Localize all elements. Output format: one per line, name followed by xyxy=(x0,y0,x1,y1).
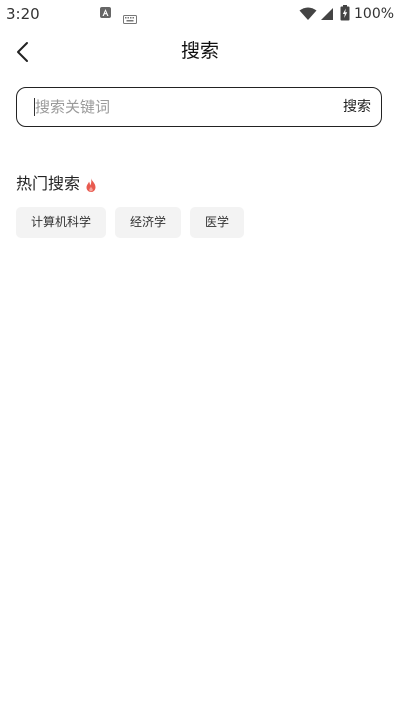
notification-a-icon xyxy=(100,7,111,18)
page-title: 搜索 xyxy=(180,40,219,62)
keyboard-icon xyxy=(123,9,137,28)
battery-percentage: 100% xyxy=(354,6,395,22)
fire-icon xyxy=(86,178,96,192)
search-box: 搜索 xyxy=(16,87,382,127)
search-input[interactable] xyxy=(35,94,315,120)
wifi-icon xyxy=(299,6,317,25)
battery-charging-icon xyxy=(340,5,350,25)
hot-search-tags: 计算机科学 经济学 医学 xyxy=(16,207,245,238)
signal-icon xyxy=(320,6,334,25)
hot-search-tag[interactable]: 医学 xyxy=(190,207,245,238)
search-button[interactable]: 搜索 xyxy=(343,97,371,117)
hot-search-tag[interactable]: 计算机科学 xyxy=(16,207,107,238)
header: 搜索 xyxy=(0,30,400,74)
hot-search-title: 热门搜索 xyxy=(16,174,81,193)
hot-search-tag[interactable]: 经济学 xyxy=(115,207,182,238)
hot-search-header: 热门搜索 xyxy=(16,172,98,196)
status-bar: 3:20 100% xyxy=(0,0,400,28)
status-time: 3:20 xyxy=(6,5,40,23)
